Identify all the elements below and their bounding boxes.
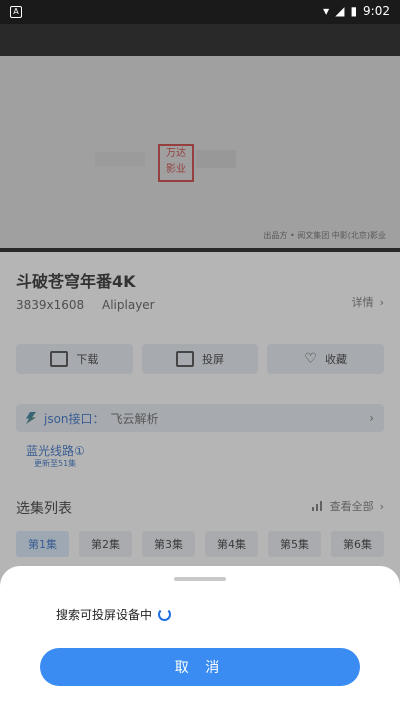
loading-spinner-icon [158, 608, 172, 621]
signal-icon: ◢ [335, 4, 345, 18]
app-notification-icon: A [10, 6, 22, 18]
battery-icon: ▮ [350, 4, 358, 18]
cast-bottom-sheet: 搜索可投屏设备中 取 消 [0, 566, 400, 712]
searching-status: 搜索可投屏设备中 [56, 606, 172, 623]
status-time: 9:02 [363, 4, 390, 18]
cancel-button[interactable]: 取 消 [40, 648, 360, 686]
wifi-icon: ▾ [323, 4, 330, 18]
sheet-handle[interactable] [174, 577, 226, 581]
searching-text: 搜索可投屏设备中 [56, 608, 153, 622]
status-bar: A ▾ ◢ ▮ 9:02 [0, 0, 400, 24]
